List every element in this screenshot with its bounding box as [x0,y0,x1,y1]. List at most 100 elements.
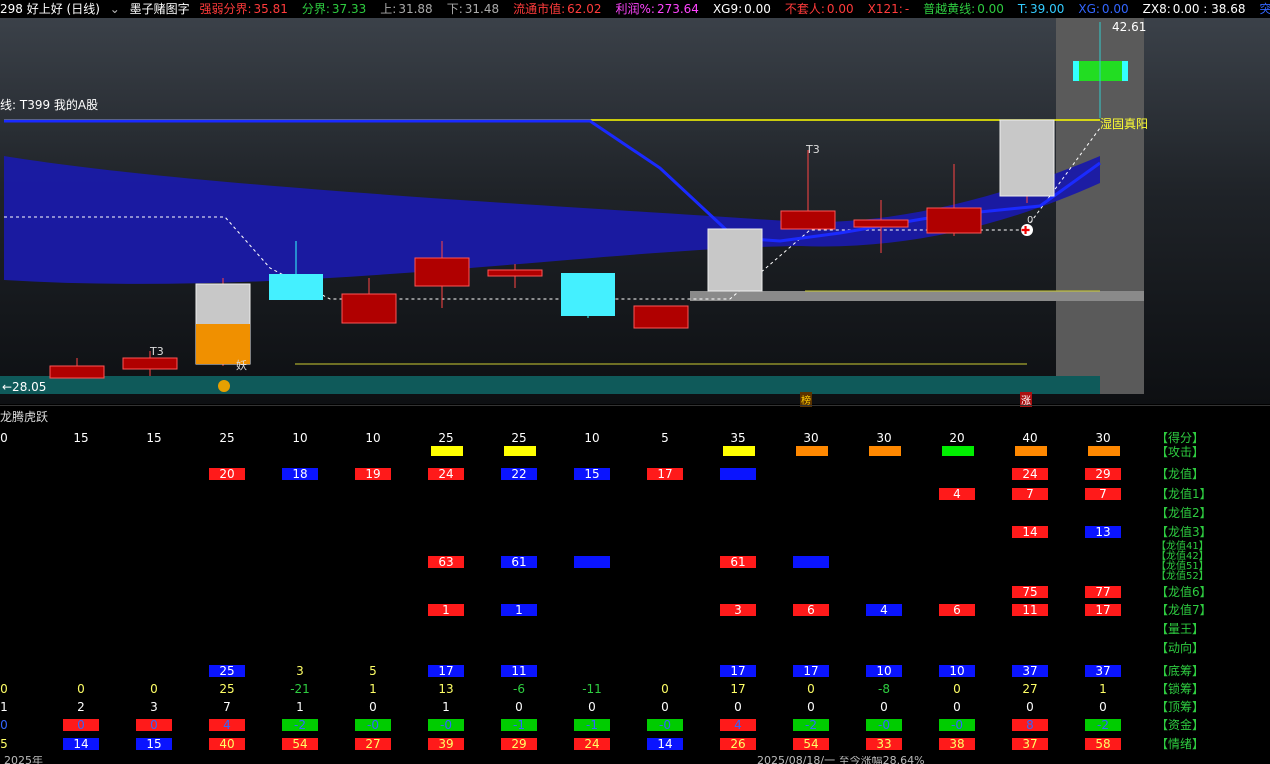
value-cell: -1 [574,719,610,731]
value-cell [720,468,756,480]
row-label: 【龙值2】 [1156,506,1212,520]
attack-swatch [796,446,828,456]
indicator-value: 0.00 : 38.68 [1172,2,1246,16]
value-cell: 0 [136,719,172,731]
indicator-value: 0.00 [1101,2,1129,16]
candle-body [561,273,615,316]
value-cell: 0 [661,700,669,714]
indicator-2: 上: 31.88 [380,2,438,16]
indicator-12: ZX8: 0.00 : 38.68 [1143,2,1252,16]
candle-body [341,293,397,324]
zero-label: 0 [1027,215,1034,226]
value-cell: 11 [501,665,537,677]
value-cell: 10 [365,431,381,445]
value-cell: 5 [0,737,8,751]
value-cell: 3 [296,664,304,678]
indicator-0: 强弱分界: 35.81 [199,2,293,16]
indicator-7: 不套人: 0.00 [785,2,860,16]
attack-swatch [723,446,755,456]
indicator-value: 39.00 [1029,2,1065,16]
value-cell: 38 [939,738,975,750]
indicator-3: 下: 31.48 [447,2,505,16]
value-cell: 24 [574,738,610,750]
value-cell: 37 [1085,665,1121,677]
value-cell: 17 [730,682,746,696]
value-cell: 17 [793,665,829,677]
row-label: 【得分】 [1156,431,1205,445]
value-cell: 1 [501,604,537,616]
value-cell: 13 [1085,526,1121,538]
candle-body [414,257,470,287]
value-cell: 1 [369,682,377,696]
row-label: 【龙值6】 [1156,585,1212,599]
indicator-value: 35.81 [253,2,288,16]
lower-indicator-panel: 【得分】 0 15 15 25 10 10 25 25 10 5 35 30 30 20 40 30 【攻击】 【龙… [0,426,1270,764]
indicator-label: X121: [867,2,903,16]
indicator-label: 不套人: [784,2,825,16]
value-cell: 19 [355,468,391,480]
indicator-header: 298 好上好 (日线) ⌄ 墨子赌图字 强弱分界: 35.81 分界: 37.33 上… [0,0,1270,18]
indicator-value: - [904,2,910,16]
value-cell: -2 [793,719,829,731]
value-cell: -0 [355,719,391,731]
value-cell: 39 [428,738,464,750]
value-cell: 7 [223,700,231,714]
value-cell: 7 [1012,488,1048,500]
candle-body [122,357,178,370]
formula-icon[interactable]: ⌄ [110,2,120,16]
value-cell: 18 [282,468,318,480]
indicator-value: 62.02 [567,2,602,16]
value-cell: 0 [0,431,8,445]
attack-swatch [942,446,974,456]
value-cell: 58 [1085,738,1121,750]
value-cell: 54 [282,738,318,750]
indicator-label: 利润%: [615,2,655,16]
value-cell: 30 [876,431,892,445]
stock-title[interactable]: 298 好上好 (日线) [0,2,100,16]
row-label: 【龙值1】 [1156,487,1212,501]
value-cell: 15 [146,431,162,445]
indicator-6: XG9: 0.00 [713,2,777,16]
value-cell: 1 [0,700,8,714]
value-cell: 37 [1012,665,1048,677]
indicator-4: 流通市值: 62.02 [513,2,607,16]
yao-label: 妖 [236,359,247,372]
value-cell: 0 [880,700,888,714]
candle-body [707,228,763,292]
row-label: 【攻击】 [1156,445,1205,459]
value-cell: 33 [866,738,902,750]
value-cell: 61 [720,556,756,568]
indicator-label: XG: [1078,2,1100,16]
formula-name[interactable]: 墨子赌图字 [130,2,190,16]
kline-chart[interactable]: ✚ 线: T399 我的A股 42.61 ←28.05 湿固真阳 T3 T3 妖… [0,18,1270,407]
attack-swatch [1088,446,1120,456]
value-cell: 1 [296,700,304,714]
value-cell: 14 [647,738,683,750]
candle-body [926,207,982,234]
indicator-value: 31.48 [464,2,500,16]
row-label: 【动向】 [1156,641,1205,655]
status-date-gain: 2025/08/18/一 至今涨幅28.64% [757,756,925,764]
indicator-label: T: [1017,2,1028,16]
indicator-value: 31.88 [398,2,433,16]
line-label: 湿固真阳 [1100,117,1149,131]
indicator-value: 0.00 [744,2,771,16]
value-cell: 24 [428,468,464,480]
value-cell: -8 [878,682,890,696]
indicator-label: 强弱分界: [199,2,252,16]
value-cell: 14 [63,738,99,750]
indicator-1: 分界: 37.33 [302,2,372,16]
value-cell: 27 [355,738,391,750]
value-cell: 0 [661,682,669,696]
row-label: 【情绪】 [1156,737,1205,751]
value-cell: 0 [1099,700,1107,714]
value-cell: 20 [949,431,965,445]
value-cell: 3 [150,700,158,714]
value-cell: -1 [501,719,537,731]
value-cell: -0 [866,719,902,731]
indicator-11: XG: 0.00 [1078,2,1134,16]
value-cell: 6 [939,604,975,616]
value-cell [793,556,829,568]
value-cell: 54 [793,738,829,750]
value-cell: 17 [647,468,683,480]
